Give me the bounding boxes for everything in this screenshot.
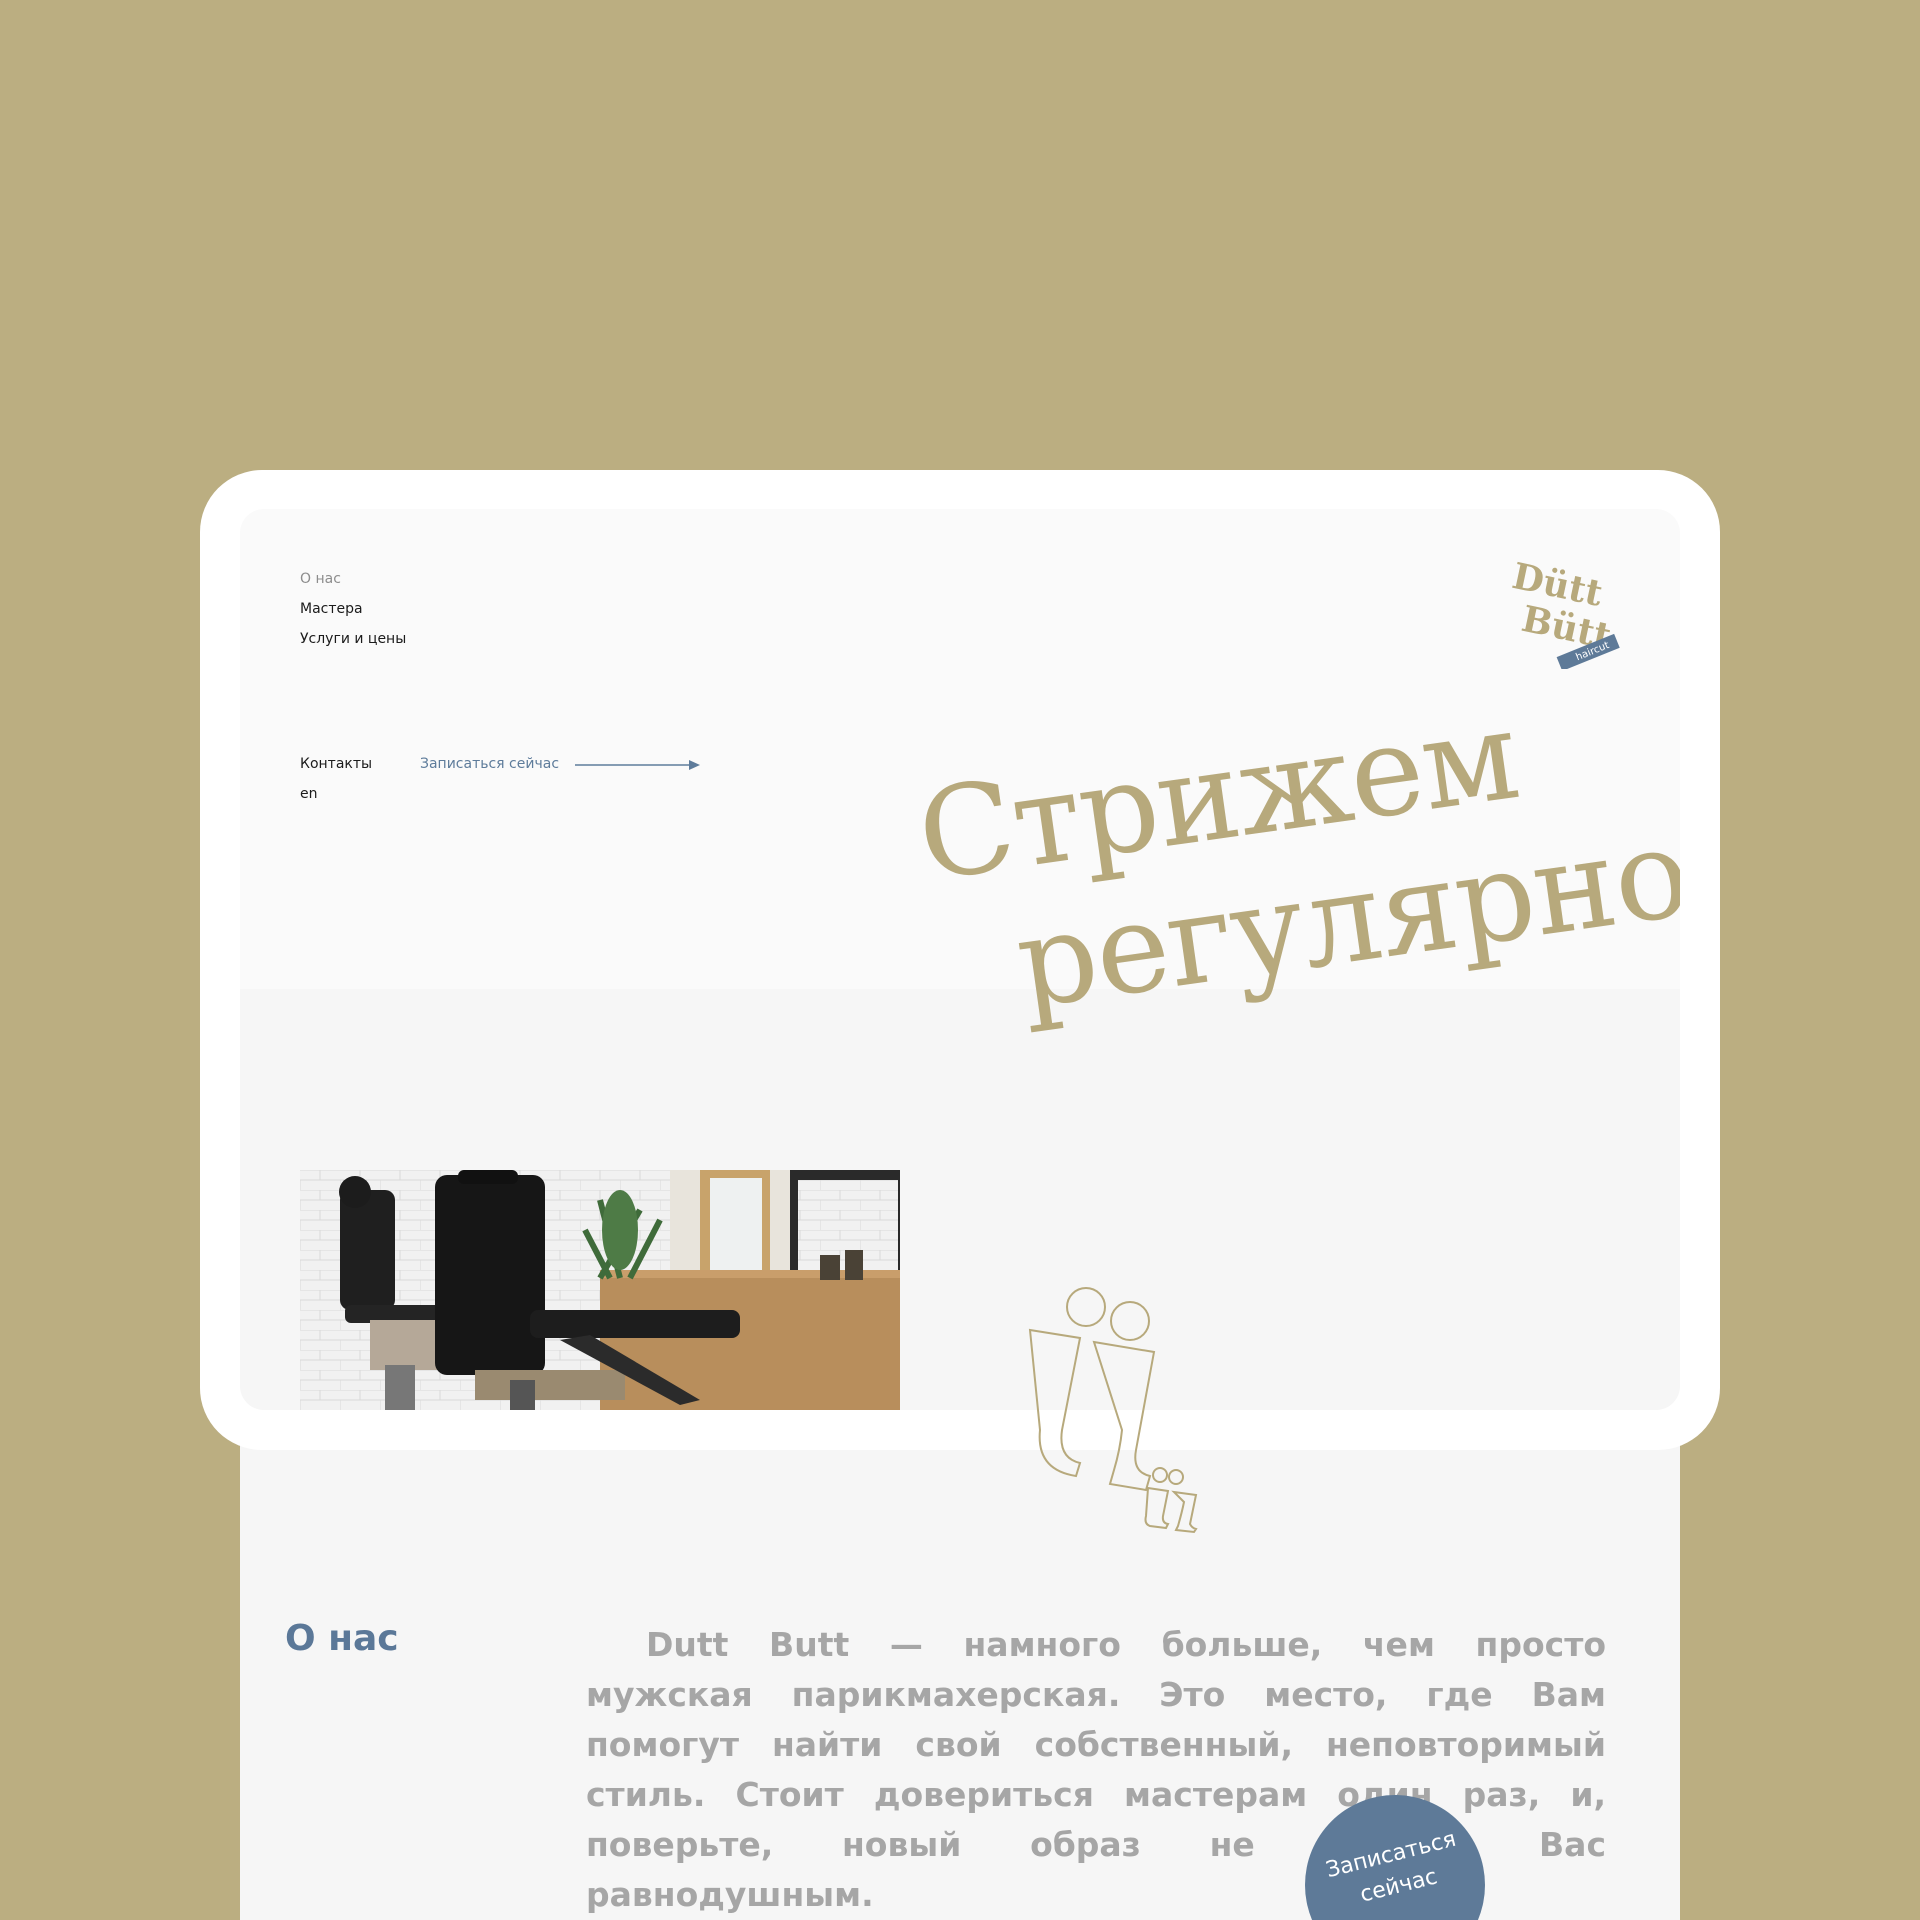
decorative-umlaut-letters (1028, 1287, 1198, 1534)
about-title: О нас (285, 1618, 399, 1659)
website-screen: О нас Мастера Услуги и цены Контакты en … (240, 509, 1680, 1410)
page: О нас Мастера Услуги и цены Контакты en … (0, 0, 1920, 1920)
nav-link-services[interactable]: Услуги и цены (300, 624, 406, 654)
nav-link-about[interactable]: О нас (300, 564, 406, 594)
brand-logo[interactable]: Dütt Bütt haircut (1495, 559, 1625, 669)
book-now-link[interactable]: Записаться сейчас (420, 749, 559, 779)
arrow-right-icon[interactable] (575, 759, 700, 771)
nav-link-masters[interactable]: Мастера (300, 594, 406, 624)
secondary-nav: Контакты en (300, 749, 372, 809)
book-now-badge-label: Записаться сейчас (1323, 1826, 1459, 1908)
language-switch[interactable]: en (300, 779, 372, 809)
nav-link-contacts[interactable]: Контакты (300, 749, 372, 779)
main-nav: О нас Мастера Услуги и цены (300, 564, 406, 654)
barbershop-photo (300, 1170, 900, 1410)
